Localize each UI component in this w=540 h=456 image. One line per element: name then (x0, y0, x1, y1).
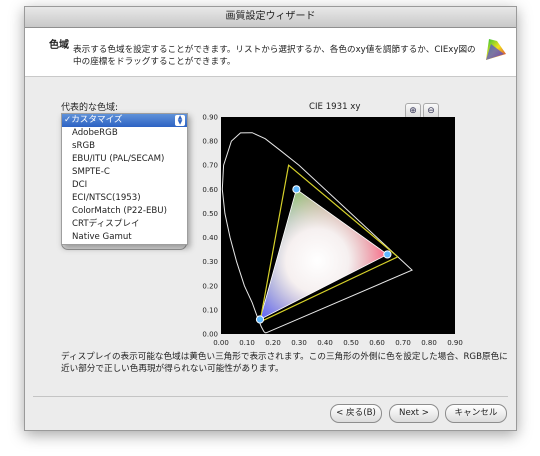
gamut-option[interactable]: EBU/ITU (PAL/SECAM) (62, 153, 187, 166)
x-tick-label: 0.40 (317, 339, 333, 347)
y-tick-label: 0.90 (202, 114, 218, 122)
x-tick-label: 0.20 (265, 339, 281, 347)
footer-divider (33, 396, 508, 397)
chart-title: CIE 1931 xy (309, 102, 361, 112)
x-tick-label: 0.00 (213, 339, 229, 347)
x-tick-label: 0.70 (395, 339, 411, 347)
stepper-arrows-icon[interactable]: ▲ ▼ (175, 115, 185, 126)
y-tick-label: 0.20 (202, 282, 218, 290)
gamut-option[interactable]: Native Gamut (62, 231, 187, 244)
y-tick-label: 0.80 (202, 138, 218, 146)
red-primary-handle[interactable] (383, 250, 392, 259)
gamut-option[interactable]: ECI/NTSC(1953) (62, 192, 187, 205)
x-tick-label: 0.80 (421, 339, 437, 347)
y-tick-label: 0.70 (202, 162, 218, 170)
cie-chart[interactable]: 0.00 0.10 0.20 0.30 0.40 0.50 0.60 0.70 0.80 0.90… (195, 113, 465, 353)
next-button[interactable]: Next > (389, 404, 439, 423)
back-button[interactable]: < 戻る(B) (330, 404, 382, 423)
y-tick-label: 0.30 (202, 258, 218, 266)
wizard-header: 色域 表示する色域を設定することができます。リストから選択するか、各色のxy値を… (25, 28, 516, 77)
gamut-option-selected-label: ✓カスタマイズ (64, 115, 123, 125)
y-tick-label: 0.40 (202, 234, 218, 242)
gamut-option[interactable]: CRTディスプレイ (62, 218, 187, 231)
x-tick-label: 0.60 (369, 339, 385, 347)
wizard-window: 画質設定ウィザード 色域 表示する色域を設定することができます。リストから選択す… (24, 6, 517, 431)
y-tick-label: 0.60 (202, 186, 218, 194)
gamut-option-list: AdobeRGB sRGB EBU/ITU (PAL/SECAM) SMPTE-C DC… (62, 127, 187, 244)
x-tick-label: 0.30 (291, 339, 307, 347)
gamut-option-selected[interactable]: ✓カスタマイズ ▲ ▼ (62, 114, 187, 127)
cancel-button[interactable]: キャンセル (445, 404, 507, 423)
gamut-preset-dropdown[interactable]: ✓カスタマイズ ▲ ▼ AdobeRGB sRGB EBU/ITU (PAL/SECA… (61, 113, 188, 245)
section-description: 表示する色域を設定することができます。リストから選択するか、各色のxy値を調節す… (73, 45, 476, 67)
gamut-option[interactable]: SMPTE-C (62, 166, 187, 179)
x-tick-label: 0.10 (239, 339, 255, 347)
gamut-preset-label: 代表的な色域: (61, 103, 119, 113)
x-tick-label: 0.50 (343, 339, 359, 347)
gamut-note: ディスプレイの表示可能な色域は黄色い三角形で表示されます。この三角形の外側に色を… (61, 352, 508, 374)
gamut-option[interactable]: AdobeRGB (62, 127, 187, 140)
green-primary-handle[interactable] (292, 185, 301, 194)
x-tick-label: 0.90 (447, 339, 463, 347)
y-tick-label: 0.00 (202, 331, 218, 339)
window-title: 画質設定ウィザード (25, 7, 516, 28)
section-title: 色域 (49, 40, 69, 51)
gamut-option[interactable]: DCI (62, 179, 187, 192)
blue-primary-handle[interactable] (255, 315, 265, 324)
cie-gamut-icon (486, 39, 506, 60)
gamut-option[interactable]: sRGB (62, 140, 187, 153)
y-tick-label: 0.10 (202, 306, 218, 314)
gamut-option[interactable]: ColorMatch (P22-EBU) (62, 205, 187, 218)
y-tick-label: 0.50 (202, 210, 218, 218)
